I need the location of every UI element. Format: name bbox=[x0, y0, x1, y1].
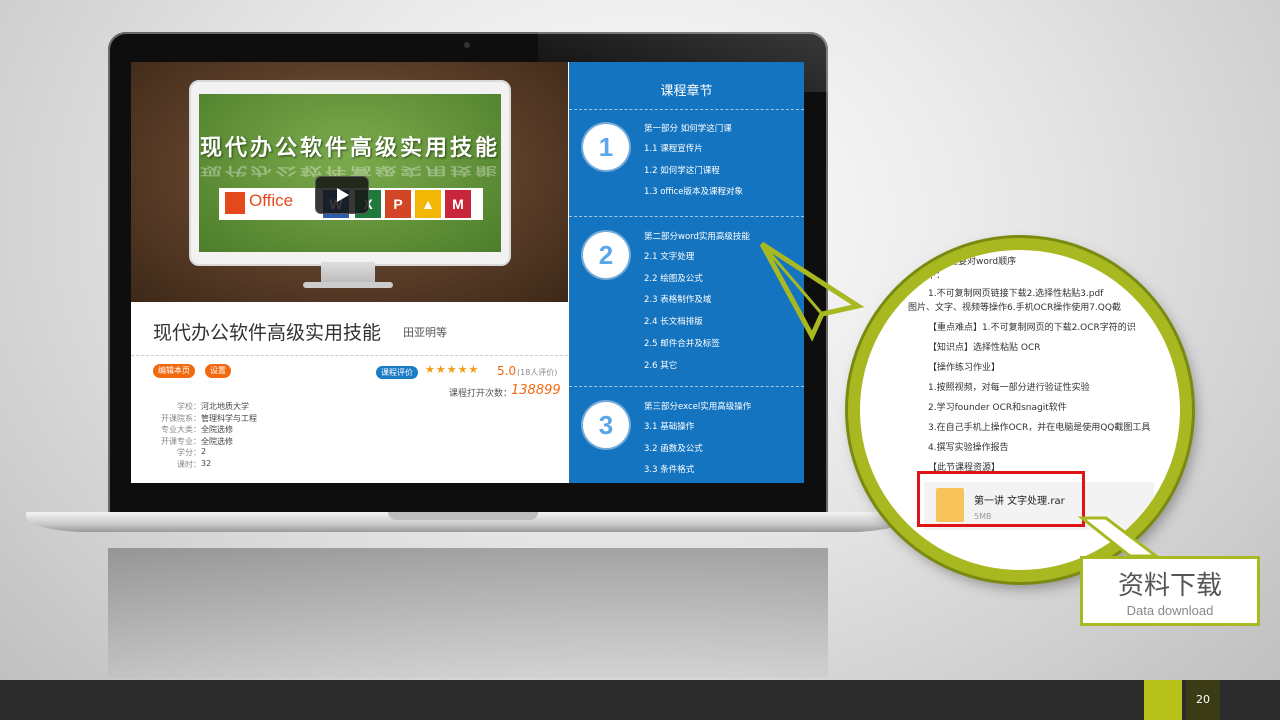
chapter-item[interactable]: 2.6 其它 bbox=[644, 359, 677, 371]
course-title: 现代办公软件高级实用技能 bbox=[153, 322, 382, 344]
info-label: 开课专业： bbox=[161, 436, 201, 446]
download-label-subtitle: Data download bbox=[1126, 603, 1214, 618]
info-value: 全院选修 bbox=[201, 425, 233, 434]
chapter-item[interactable]: 2.5 邮件合并及标签 bbox=[644, 337, 720, 349]
monitor-title: 现代办公软件高级实用技能 bbox=[199, 135, 500, 161]
course-video[interactable]: 现代办公软件高级实用技能 现代办公软件高级实用技能 Office WXP▲M bbox=[131, 62, 568, 302]
panel-divider bbox=[569, 386, 804, 388]
tool-icon: ▲ bbox=[415, 190, 441, 218]
rating-count: (18人评价) bbox=[517, 368, 558, 377]
chapter-item[interactable]: 1.2 如何学这门课程 bbox=[644, 164, 720, 176]
lesson-text-line: 1.不可复制网页链接下载2.选择性粘贴3.pdf bbox=[928, 289, 1104, 299]
panel-title: 课程章节 bbox=[660, 84, 713, 99]
chapter-item[interactable]: 1.3 office版本及课程对象 bbox=[644, 185, 743, 197]
laptop-reflection bbox=[108, 548, 828, 678]
part-title[interactable]: 第二部分word实用高级技能 bbox=[644, 230, 750, 242]
part-title[interactable]: 第一部分 如何学这门课 bbox=[644, 122, 732, 134]
footer-bar bbox=[0, 680, 1280, 720]
info-value: 32 bbox=[201, 458, 212, 468]
edit-page-button[interactable]: 编辑本页 bbox=[153, 364, 195, 378]
info-value: 管理科学与工程 bbox=[201, 413, 257, 423]
chapter-item[interactable]: 2.1 文字处理 bbox=[644, 250, 694, 262]
lesson-text-line: 1.按照视频，对每一部分进行验证性实验 bbox=[928, 383, 1090, 393]
mindmanager-icon: M bbox=[445, 190, 471, 218]
monitor-screen: 现代办公软件高级实用技能 现代办公软件高级实用技能 Office WXP▲M bbox=[199, 94, 501, 252]
lesson-text-line: 【知识点】选择性粘贴 OCR bbox=[928, 343, 1041, 353]
camera-icon bbox=[464, 42, 470, 48]
chapter-item[interactable]: 3.3 条件格式 bbox=[644, 463, 694, 475]
monitor-illustration: 现代办公软件高级实用技能 现代办公软件高级实用技能 Office WXP▲M bbox=[189, 80, 511, 266]
settings-button[interactable]: 设置 bbox=[205, 364, 231, 378]
info-label: 课时： bbox=[177, 459, 201, 469]
download-label-title: 资料下载 bbox=[1117, 571, 1222, 601]
office-logo-icon bbox=[225, 192, 245, 214]
chapter-item[interactable]: 3.2 函数及公式 bbox=[644, 442, 703, 454]
lesson-text-line: 3.在自己手机上操作OCR，并在电脑是使用QQ截图工具 bbox=[928, 423, 1151, 433]
lesson-text-line: 图片、文字、视频等操作6.手机OCR操作使用7.QQ截 bbox=[908, 303, 1121, 313]
laptop-notch bbox=[388, 512, 538, 520]
rating-score: 5.0 bbox=[497, 364, 517, 378]
monitor-stand bbox=[321, 262, 375, 284]
part-number-badge: 1 bbox=[583, 124, 629, 170]
part-number-badge: 2 bbox=[583, 232, 629, 278]
info-value: 2 bbox=[201, 447, 207, 456]
chapter-item[interactable]: 3.1 基础操作 bbox=[644, 420, 694, 432]
lesson-text-line: 】本节主要对word顺序 bbox=[922, 257, 1017, 267]
course-author: 田亚明等 bbox=[403, 326, 447, 339]
pointer-arrow bbox=[759, 241, 865, 342]
footer-accent bbox=[1144, 680, 1182, 720]
callout-pointer bbox=[1077, 516, 1161, 558]
powerpoint-icon: P bbox=[385, 190, 411, 218]
panel-divider bbox=[569, 216, 804, 218]
part-number-badge: 3 bbox=[583, 402, 629, 448]
chapter-item[interactable]: 2.4 长文档排版 bbox=[644, 315, 703, 327]
lesson-text-line: 【重点难点】1.不可复制网页的下载2.OCR字符的识 bbox=[928, 323, 1136, 333]
chapter-item[interactable]: 2.3 表格制作及域 bbox=[644, 293, 711, 305]
chapter-item[interactable]: 1.1 课程宣传片 bbox=[644, 142, 703, 154]
info-value: 河北地质大学 bbox=[201, 402, 249, 411]
lesson-text-line: 4.撰写实验操作报告 bbox=[928, 443, 1009, 453]
page-number: 20 bbox=[1186, 680, 1220, 720]
open-count-label: 课程打开次数： bbox=[449, 389, 513, 399]
lesson-text-line: 2.学习founder OCR和snagit软件 bbox=[928, 403, 1067, 413]
panel-divider bbox=[569, 109, 804, 111]
info-label: 专业大类： bbox=[161, 425, 201, 434]
info-label: 开课院系： bbox=[161, 413, 201, 423]
office-label: Office bbox=[249, 191, 294, 210]
laptop-screen: 现代办公软件高级实用技能 现代办公软件高级实用技能 Office WXP▲M 现… bbox=[131, 62, 804, 483]
play-icon bbox=[337, 188, 349, 202]
info-value: 全院选修 bbox=[201, 436, 233, 446]
play-button[interactable] bbox=[315, 176, 369, 214]
star-rating-icon: ★★★★★ bbox=[425, 363, 480, 376]
open-count: 138899 bbox=[511, 383, 561, 398]
lesson-text-line: 【操作练习作业】 bbox=[928, 363, 1001, 373]
download-label-box: 资料下载 Data download bbox=[1080, 556, 1260, 626]
monitor-foot bbox=[303, 282, 393, 288]
rating-tag[interactable]: 课程评价 bbox=[376, 366, 418, 379]
chapter-item[interactable]: 2.2 绘图及公式 bbox=[644, 272, 703, 284]
info-label: 学校： bbox=[177, 402, 201, 411]
lesson-text-line: 如下： bbox=[918, 271, 946, 281]
part-title[interactable]: 第三部分excel实用高级操作 bbox=[644, 400, 751, 412]
info-label: 学分： bbox=[177, 448, 201, 457]
divider bbox=[131, 355, 568, 357]
